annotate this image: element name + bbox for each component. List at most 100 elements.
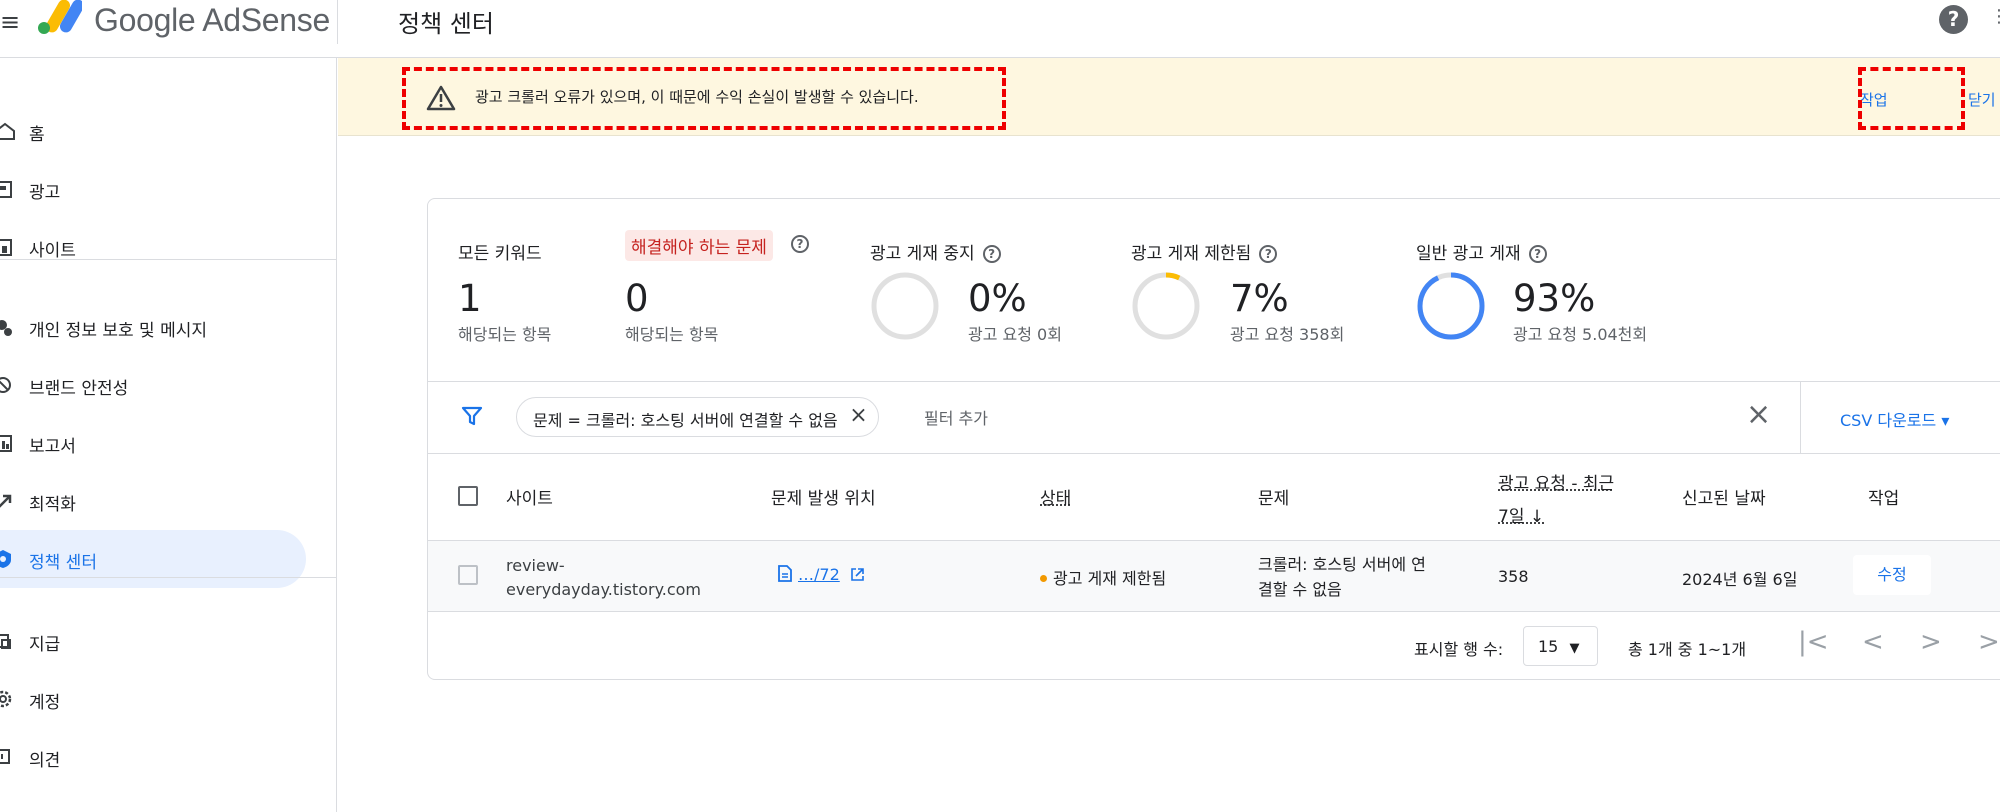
header-divider bbox=[337, 0, 338, 44]
status-dot-icon bbox=[1040, 575, 1047, 582]
row-status: 광고 게재 제한됨 bbox=[1040, 565, 1166, 589]
stat-ads-limited-label: 광고 게재 제한됨? bbox=[1131, 239, 1278, 264]
more-icon[interactable]: ⋮ bbox=[1990, 6, 2000, 27]
sidebar-item-label: 정책 센터 bbox=[29, 553, 97, 573]
payments-icon bbox=[0, 634, 11, 649]
row-requests: 358 bbox=[1498, 567, 1529, 586]
sidebar-item-privacy[interactable]: 개인 정보 보호 및 메시지 bbox=[0, 298, 306, 356]
stat-all-keywords-label: 모든 키워드 bbox=[458, 244, 542, 264]
donut-arc bbox=[1417, 272, 1485, 340]
policy-summary-card: 모든 키워드 1 해당되는 항목 해결해야 하는 문제 ? 0 해당되는 항목 … bbox=[427, 198, 2000, 680]
next-page-icon[interactable]: > bbox=[1920, 627, 1942, 657]
help-icon[interactable]: ? bbox=[982, 245, 1001, 263]
feedback-icon bbox=[0, 749, 10, 764]
caret-down-icon: ▼ bbox=[1569, 641, 1580, 656]
stat-ads-normal-sub: 광고 요청 5.04천회 bbox=[1513, 325, 1648, 344]
caret-down-icon: ▾ bbox=[1941, 411, 1950, 430]
sidebar-divider bbox=[0, 577, 337, 578]
column-header-site[interactable]: 사이트 bbox=[506, 484, 553, 509]
brand-name: Google AdSense bbox=[94, 2, 330, 38]
divider bbox=[428, 611, 2000, 612]
ads-icon bbox=[0, 181, 12, 198]
column-header-requests[interactable]: 광고 요청 - 최근 7일 ↓ bbox=[1498, 469, 1614, 527]
help-icon[interactable]: ? bbox=[1528, 245, 1547, 263]
divider bbox=[428, 453, 2000, 454]
row-location-link[interactable]: …/72 bbox=[778, 565, 864, 584]
stat-issues-value: 0 bbox=[625, 277, 649, 320]
sidebar-item-home[interactable]: 홈 bbox=[0, 102, 306, 160]
sidebar-item-optimization[interactable]: 최적화 bbox=[0, 472, 306, 530]
row-reported-date: 2024년 6월 6일 bbox=[1682, 570, 1798, 589]
app-header: ≡ Google AdSense 정책 센터 ? ⋮ bbox=[0, 0, 2000, 58]
csv-download-button[interactable]: CSV 다운로드 ▾ bbox=[1840, 407, 1949, 431]
stat-ads-stopped-value: 0% bbox=[968, 277, 1027, 320]
sidebar-item-brand-safety[interactable]: 브랜드 안전성 bbox=[0, 356, 306, 414]
sidebar-item-label: 최적화 bbox=[29, 495, 76, 515]
clear-filters-icon[interactable]: × bbox=[1746, 397, 1771, 432]
column-header-requests-line2: 7일 ↓ bbox=[1498, 507, 1545, 527]
row-site: review- everydayday.tistory.com bbox=[506, 556, 702, 599]
annotation-box-alert bbox=[402, 67, 1006, 130]
stat-ads-normal-label: 일반 광고 게재? bbox=[1416, 239, 1547, 264]
sidebar-item-label: 브랜드 안전성 bbox=[29, 379, 129, 399]
stat-all-keywords-sub: 해당되는 항목 bbox=[458, 325, 552, 344]
stat-ads-stopped-label: 광고 게재 중지? bbox=[870, 239, 1001, 264]
stat-ads-normal-value: 93% bbox=[1513, 277, 1596, 320]
column-header-issue[interactable]: 문제 bbox=[1258, 484, 1289, 509]
last-page-icon[interactable]: >| bbox=[1978, 627, 2000, 657]
pagination-range: 총 1개 중 1~1개 bbox=[1628, 640, 1747, 659]
alert-close-button[interactable]: 닫기 bbox=[1968, 89, 1996, 110]
stat-all-keywords-value: 1 bbox=[458, 277, 482, 320]
help-icon[interactable]: ? bbox=[1939, 5, 1968, 34]
sidebar-item-label: 개인 정보 보호 및 메시지 bbox=[29, 321, 208, 341]
first-page-icon[interactable]: |< bbox=[1798, 627, 1829, 657]
optimization-icon bbox=[0, 494, 12, 508]
sidebar-item-label: 광고 bbox=[29, 183, 61, 203]
policy-center-icon bbox=[0, 550, 11, 568]
column-header-location[interactable]: 문제 발생 위치 bbox=[771, 484, 876, 509]
row-checkbox[interactable] bbox=[458, 565, 478, 585]
column-header-requests-line1: 광고 요청 - 최근 bbox=[1498, 474, 1615, 494]
sidebar-item-account[interactable]: 계정 bbox=[0, 670, 306, 728]
sidebar-item-reports[interactable]: 보고서 bbox=[0, 414, 306, 472]
filter-icon[interactable] bbox=[460, 404, 484, 428]
menu-icon[interactable]: ≡ bbox=[0, 8, 20, 36]
annotation-box-action bbox=[1858, 67, 1965, 130]
adsense-logo-icon bbox=[38, 0, 82, 34]
donut-ads-normal bbox=[1417, 272, 1485, 340]
filter-chip-label: 문제 = 크롤러: 호스팅 서버에 연결할 수 없음 bbox=[533, 411, 838, 430]
stat-ads-stopped-sub: 광고 요청 0회 bbox=[968, 325, 1062, 344]
close-icon[interactable]: × bbox=[849, 403, 867, 428]
sites-icon bbox=[0, 239, 12, 256]
filter-chip[interactable]: 문제 = 크롤러: 호스팅 서버에 연결할 수 없음 × bbox=[516, 397, 879, 437]
sidebar-item-sites[interactable]: 사이트 bbox=[0, 218, 306, 276]
sidebar-item-label: 사이트 bbox=[29, 241, 76, 261]
privacy-icon bbox=[0, 320, 12, 336]
rows-per-page-label: 표시할 행 수: bbox=[1414, 640, 1504, 659]
stat-ads-limited-value: 7% bbox=[1230, 277, 1289, 320]
stat-issues-sub: 해당되는 항목 bbox=[625, 325, 719, 344]
stat-issues-label[interactable]: 해결해야 하는 문제 bbox=[625, 230, 773, 261]
external-link-icon[interactable] bbox=[851, 568, 864, 581]
sidebar-item-feedback[interactable]: 의견 bbox=[0, 728, 306, 786]
sidebar-divider bbox=[0, 259, 337, 260]
rows-per-page-select[interactable]: 15 ▼ bbox=[1523, 626, 1598, 666]
sidebar-item-ads[interactable]: 광고 bbox=[0, 160, 306, 218]
sidebar-item-label: 의견 bbox=[29, 751, 61, 771]
help-icon[interactable]: ? bbox=[791, 235, 809, 253]
document-icon bbox=[778, 565, 792, 582]
page-title: 정책 센터 bbox=[398, 10, 494, 38]
donut-ads-stopped bbox=[871, 272, 939, 340]
edit-button[interactable]: 수정 bbox=[1853, 555, 1931, 595]
home-icon bbox=[0, 122, 15, 140]
brand-safety-icon bbox=[0, 377, 11, 393]
column-header-reported[interactable]: 신고된 날짜 bbox=[1682, 484, 1766, 509]
sidebar-item-label: 홈 bbox=[29, 125, 45, 145]
column-header-status[interactable]: 상태 bbox=[1040, 484, 1071, 509]
help-icon[interactable]: ? bbox=[1259, 245, 1278, 263]
select-all-checkbox[interactable] bbox=[458, 486, 478, 506]
sidebar-item-policy-center[interactable]: 정책 센터 bbox=[0, 530, 306, 588]
prev-page-icon[interactable]: < bbox=[1862, 627, 1884, 657]
sidebar-item-payments[interactable]: 지급 bbox=[0, 612, 306, 670]
add-filter-input[interactable]: 필터 추가 bbox=[924, 405, 988, 429]
